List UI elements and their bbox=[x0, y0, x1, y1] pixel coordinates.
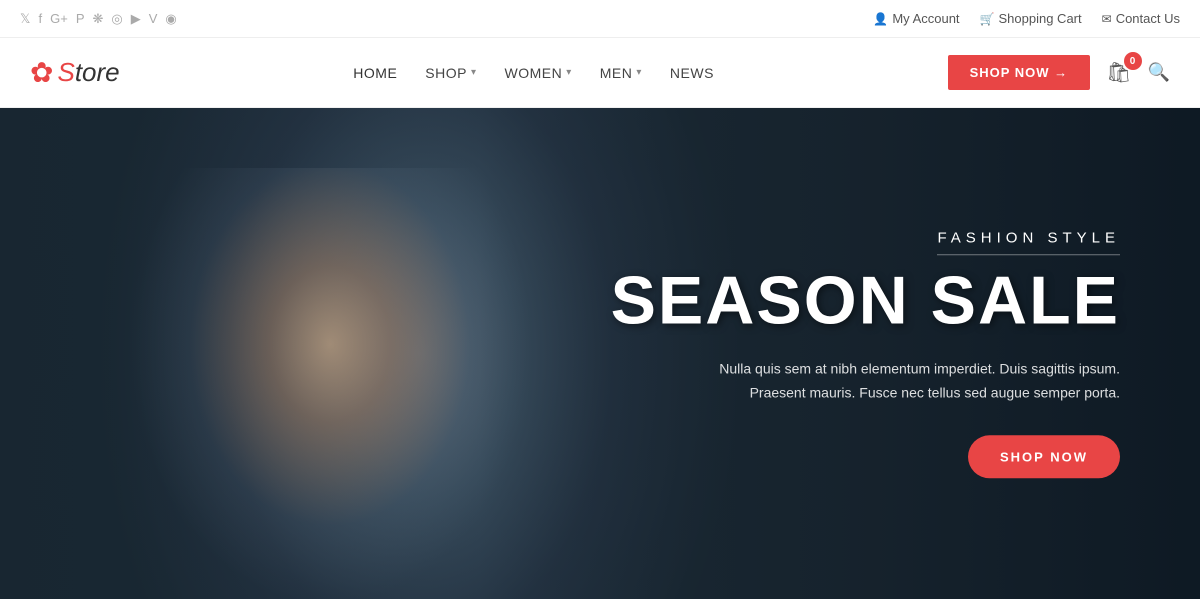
hero-description: Nulla quis sem at nibh elementum imperdi… bbox=[611, 358, 1120, 406]
cart-icon: 🛒 bbox=[980, 12, 995, 26]
cart-icon-button[interactable]: 🛍 0 bbox=[1106, 60, 1131, 85]
logo[interactable]: ✿ Store bbox=[30, 57, 120, 88]
contact-us-link[interactable]: ✉ Contact Us bbox=[1102, 11, 1180, 26]
social-icons: 𝕏 f G+ P ❋ ◎ ▶ V ◉ bbox=[20, 11, 177, 27]
nav-shop[interactable]: SHOP ▾ bbox=[425, 65, 476, 81]
account-icon: 👤 bbox=[873, 12, 888, 26]
top-bar: 𝕏 f G+ P ❋ ◎ ▶ V ◉ 👤 My Account 🛒 Shoppi… bbox=[0, 0, 1200, 38]
nav-news[interactable]: NEWS bbox=[670, 65, 714, 81]
nav-women[interactable]: WOMEN ▾ bbox=[505, 65, 572, 81]
men-chevron-icon: ▾ bbox=[636, 67, 642, 78]
twitter-icon[interactable]: 𝕏 bbox=[20, 11, 30, 27]
vine-icon[interactable]: V bbox=[149, 11, 158, 26]
hero-cta-button[interactable]: SHOP NOW bbox=[968, 435, 1120, 478]
search-button[interactable]: 🔍 bbox=[1148, 62, 1170, 83]
shop-now-button[interactable]: SHOP NOW → bbox=[948, 55, 1091, 90]
google-plus-icon[interactable]: G+ bbox=[50, 11, 68, 26]
shopping-cart-link[interactable]: 🛒 Shopping Cart bbox=[980, 11, 1082, 26]
women-chevron-icon: ▾ bbox=[566, 67, 572, 78]
facebook-icon[interactable]: f bbox=[38, 11, 42, 26]
youtube-icon[interactable]: ▶ bbox=[131, 11, 141, 27]
unknown-social-icon[interactable]: ❋ bbox=[93, 11, 104, 27]
hero-content: FASHION STYLE SEASON SALE Nulla quis sem… bbox=[611, 229, 1120, 478]
hero-section: FASHION STYLE SEASON SALE Nulla quis sem… bbox=[0, 108, 1200, 599]
pinterest-icon[interactable]: P bbox=[76, 11, 85, 26]
hero-subtitle: FASHION STYLE bbox=[937, 229, 1120, 255]
logo-icon: ✿ bbox=[30, 59, 53, 87]
header: ✿ Store HOME SHOP ▾ WOMEN ▾ MEN ▾ NEWS S… bbox=[0, 38, 1200, 108]
top-right-links: 👤 My Account 🛒 Shopping Cart ✉ Contact U… bbox=[873, 11, 1180, 26]
rss-icon[interactable]: ◉ bbox=[165, 11, 176, 27]
instagram-icon[interactable]: ◎ bbox=[111, 11, 122, 27]
cart-badge: 0 bbox=[1124, 52, 1142, 70]
nav-home[interactable]: HOME bbox=[353, 65, 397, 81]
search-icon: 🔍 bbox=[1148, 62, 1170, 82]
my-account-link[interactable]: 👤 My Account bbox=[873, 11, 959, 26]
envelope-icon: ✉ bbox=[1102, 12, 1112, 26]
main-nav: HOME SHOP ▾ WOMEN ▾ MEN ▾ NEWS bbox=[353, 65, 714, 81]
nav-right-actions: SHOP NOW → 🛍 0 🔍 bbox=[948, 55, 1170, 90]
shop-chevron-icon: ▾ bbox=[471, 67, 477, 78]
nav-men[interactable]: MEN ▾ bbox=[600, 65, 642, 81]
hero-title: SEASON SALE bbox=[611, 263, 1120, 338]
logo-text: Store bbox=[57, 57, 119, 88]
